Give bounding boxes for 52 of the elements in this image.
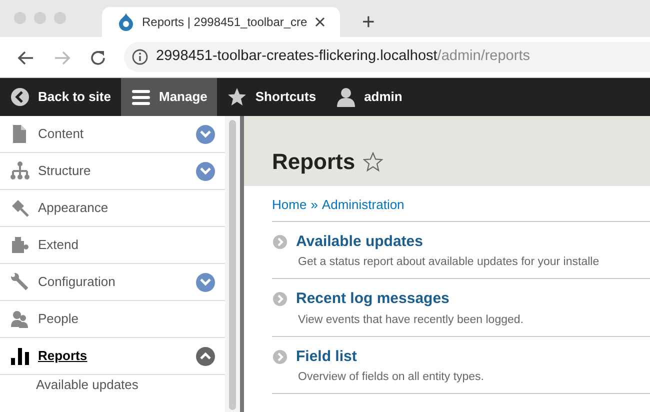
back-icon xyxy=(10,87,30,107)
breadcrumb-link[interactable]: Home xyxy=(272,195,307,214)
chevron-circle-icon xyxy=(272,348,288,365)
sidebar-link[interactable]: Extend xyxy=(38,235,78,255)
report-description: Get a status report about available updates for your installe xyxy=(297,255,600,270)
people-icon xyxy=(10,309,30,329)
sidebar-link[interactable]: Reports xyxy=(38,346,88,366)
star-icon[interactable] xyxy=(363,152,384,172)
info-icon xyxy=(132,49,148,65)
sidebar-link[interactable]: People xyxy=(38,309,78,329)
report-link[interactable]: Available updates xyxy=(296,230,423,253)
report-link[interactable]: Recent log messages xyxy=(296,288,450,310)
bar-chart-icon xyxy=(10,346,30,366)
puzzle-icon xyxy=(10,235,30,255)
toggle-button[interactable] xyxy=(196,162,215,180)
breadcrumb-separator: » xyxy=(310,196,318,214)
toolbar-tab[interactable]: Shortcuts xyxy=(217,78,326,116)
chevron-circle-icon xyxy=(272,291,288,308)
chevron-icon xyxy=(200,130,211,138)
menu-icon xyxy=(130,87,151,107)
url-text: 2998451-toolbar-creates-flickering.localhost/admin/reports xyxy=(156,47,530,66)
report-description: Overview of fields on all entity types. xyxy=(297,370,485,385)
chevron-circle-icon xyxy=(272,234,288,250)
hierarchy-icon xyxy=(10,161,30,181)
page-title: Reports xyxy=(272,148,356,176)
chevron-icon xyxy=(200,278,211,286)
report-link[interactable]: Field list xyxy=(296,346,357,368)
toolbar-tab[interactable]: admin xyxy=(326,78,412,116)
toggle-button[interactable] xyxy=(196,272,215,292)
breadcrumb-link[interactable]: Administration xyxy=(322,195,404,214)
sidebar-link[interactable]: Content xyxy=(38,124,84,144)
toolbar-tab[interactable]: Manage xyxy=(120,78,218,116)
chevron-icon xyxy=(200,352,211,360)
sidebar-link[interactable]: Configuration xyxy=(38,272,116,292)
toggle-button[interactable] xyxy=(196,346,215,366)
report-description: View events that have recently been logged. xyxy=(297,312,524,328)
drop-icon xyxy=(118,13,134,31)
star-icon xyxy=(227,87,248,107)
user-icon xyxy=(336,87,356,107)
chevron-icon xyxy=(200,167,211,175)
wrench-icon xyxy=(10,272,30,292)
address-bar[interactable]: 2998451-toolbar-creates-flickering.localhost/admin/reports xyxy=(124,42,650,72)
close-icon[interactable] xyxy=(315,17,326,27)
new-tab-button[interactable]: + xyxy=(356,10,381,34)
browser-tab[interactable]: Reports | 2998451_toolbar_cre xyxy=(102,7,340,37)
toolbar-tab[interactable]: Back to site xyxy=(0,78,121,116)
scrollbar-thumb[interactable] xyxy=(229,120,236,410)
sidebar-sublink[interactable]: Available updates xyxy=(0,375,225,393)
tab-title: Reports | 2998451_toolbar_cre xyxy=(142,14,308,31)
sidebar-link[interactable]: Structure xyxy=(38,161,91,181)
toggle-button[interactable] xyxy=(196,124,215,144)
sidebar-link[interactable]: Appearance xyxy=(38,198,108,218)
